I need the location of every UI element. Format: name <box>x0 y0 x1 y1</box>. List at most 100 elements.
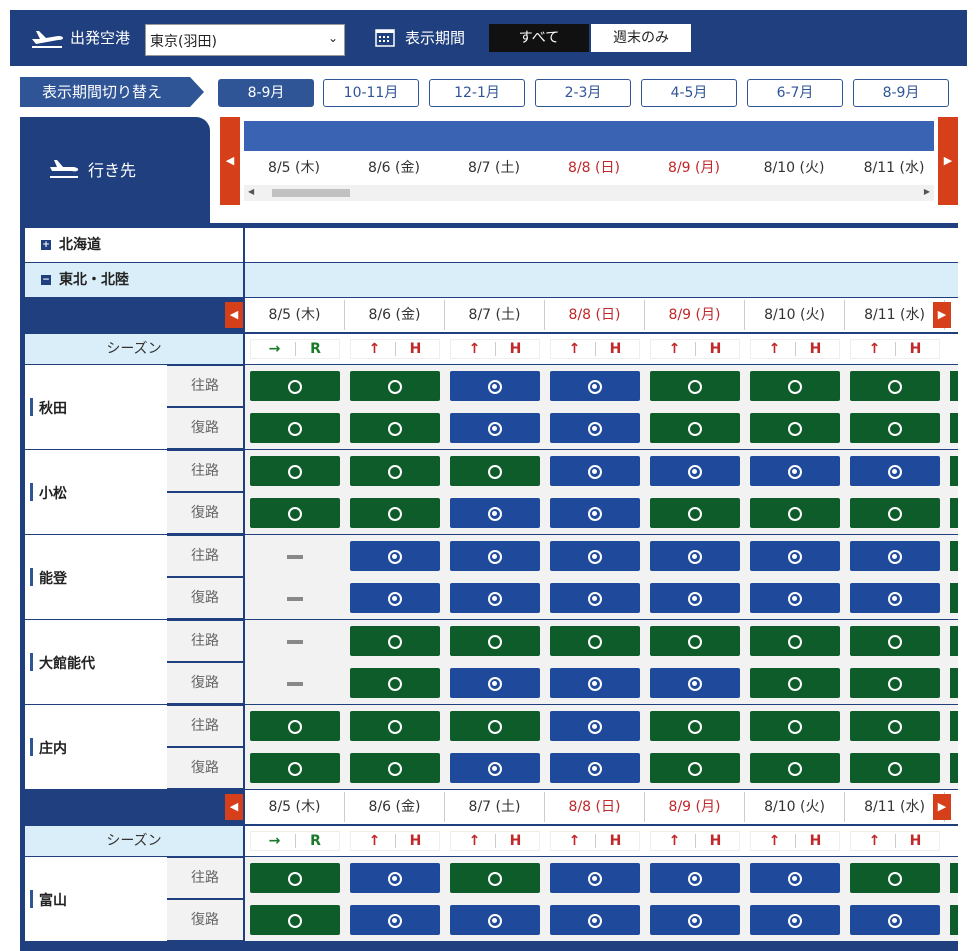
availability-cell[interactable] <box>650 371 740 401</box>
availability-cell[interactable] <box>850 413 940 443</box>
availability-cell[interactable] <box>250 626 340 656</box>
availability-cell[interactable] <box>650 541 740 571</box>
availability-cell[interactable] <box>250 863 340 893</box>
period-weekend-button[interactable]: 週末のみ <box>591 24 691 52</box>
availability-cell[interactable] <box>750 541 840 571</box>
horizontal-scrollbar[interactable]: ◀ ▶ <box>244 185 934 201</box>
availability-cell[interactable] <box>650 668 740 698</box>
availability-cell[interactable] <box>650 905 740 935</box>
availability-cell[interactable] <box>850 583 940 613</box>
availability-cell[interactable] <box>450 711 540 741</box>
availability-cell[interactable] <box>550 668 640 698</box>
date-prev-button[interactable]: ◀ <box>225 794 243 820</box>
availability-cell[interactable] <box>550 371 640 401</box>
availability-cell[interactable] <box>550 753 640 783</box>
availability-cell[interactable] <box>750 668 840 698</box>
availability-cell[interactable] <box>350 583 440 613</box>
availability-cell[interactable] <box>750 753 840 783</box>
availability-cell[interactable] <box>850 753 940 783</box>
availability-cell[interactable] <box>650 456 740 486</box>
availability-cell[interactable] <box>450 456 540 486</box>
availability-cell[interactable] <box>850 541 940 571</box>
availability-cell[interactable] <box>250 668 340 698</box>
availability-cell[interactable] <box>650 413 740 443</box>
scroll-right-icon[interactable]: ▶ <box>924 187 930 196</box>
period-tab[interactable]: 8-9月 <box>218 79 314 107</box>
availability-cell[interactable] <box>450 753 540 783</box>
availability-cell[interactable] <box>350 371 440 401</box>
scroll-thumb[interactable] <box>272 189 350 197</box>
availability-cell[interactable] <box>550 413 640 443</box>
period-tab[interactable]: 12-1月 <box>429 79 525 107</box>
availability-cell[interactable] <box>350 753 440 783</box>
availability-cell[interactable] <box>750 711 840 741</box>
availability-cell[interactable] <box>750 583 840 613</box>
availability-cell[interactable] <box>350 626 440 656</box>
availability-cell[interactable] <box>550 626 640 656</box>
period-tab[interactable]: 2-3月 <box>535 79 631 107</box>
availability-cell[interactable] <box>450 905 540 935</box>
availability-cell[interactable] <box>850 668 940 698</box>
availability-cell[interactable] <box>650 498 740 528</box>
availability-cell[interactable] <box>250 413 340 443</box>
calendar-next-button[interactable]: ▶ <box>938 117 958 205</box>
availability-cell[interactable] <box>350 711 440 741</box>
availability-cell[interactable] <box>650 711 740 741</box>
period-tab[interactable]: 8-9月 <box>853 79 949 107</box>
scroll-left-icon[interactable]: ◀ <box>248 187 254 196</box>
availability-cell[interactable] <box>250 541 340 571</box>
availability-cell[interactable] <box>350 541 440 571</box>
availability-cell[interactable] <box>850 711 940 741</box>
availability-cell[interactable] <box>450 626 540 656</box>
region-row[interactable]: − 東北・北陸 <box>25 263 243 297</box>
availability-cell[interactable] <box>450 668 540 698</box>
availability-cell[interactable] <box>250 711 340 741</box>
date-next-button[interactable]: ▶ <box>933 302 951 328</box>
availability-cell[interactable] <box>550 583 640 613</box>
availability-cell[interactable] <box>550 711 640 741</box>
availability-cell[interactable] <box>850 863 940 893</box>
availability-cell[interactable] <box>850 905 940 935</box>
availability-cell[interactable] <box>250 371 340 401</box>
availability-cell[interactable] <box>550 456 640 486</box>
availability-cell[interactable] <box>350 498 440 528</box>
availability-cell[interactable] <box>550 905 640 935</box>
availability-cell[interactable] <box>850 498 940 528</box>
availability-cell[interactable] <box>750 456 840 486</box>
period-all-button[interactable]: すべて <box>489 24 589 52</box>
region-row[interactable]: + 北海道 <box>25 228 243 262</box>
period-tab[interactable]: 6-7月 <box>747 79 843 107</box>
availability-cell[interactable] <box>750 863 840 893</box>
availability-cell[interactable] <box>750 626 840 656</box>
origin-select[interactable]: 東京(羽田) ⌄ <box>145 24 345 56</box>
availability-cell[interactable] <box>350 413 440 443</box>
availability-cell[interactable] <box>350 668 440 698</box>
availability-cell[interactable] <box>550 863 640 893</box>
availability-cell[interactable] <box>250 905 340 935</box>
period-tab[interactable]: 4-5月 <box>641 79 737 107</box>
availability-cell[interactable] <box>650 626 740 656</box>
availability-cell[interactable] <box>550 541 640 571</box>
availability-cell[interactable] <box>450 498 540 528</box>
availability-cell[interactable] <box>250 583 340 613</box>
availability-cell[interactable] <box>250 498 340 528</box>
period-tab[interactable]: 10-11月 <box>323 79 419 107</box>
availability-cell[interactable] <box>550 498 640 528</box>
availability-cell[interactable] <box>250 753 340 783</box>
availability-cell[interactable] <box>350 456 440 486</box>
calendar-prev-button[interactable]: ◀ <box>220 117 240 205</box>
availability-cell[interactable] <box>250 456 340 486</box>
availability-cell[interactable] <box>450 413 540 443</box>
availability-cell[interactable] <box>850 626 940 656</box>
availability-cell[interactable] <box>350 863 440 893</box>
date-next-button[interactable]: ▶ <box>933 794 951 820</box>
availability-cell[interactable] <box>650 583 740 613</box>
availability-cell[interactable] <box>750 413 840 443</box>
availability-cell[interactable] <box>850 456 940 486</box>
availability-cell[interactable] <box>450 583 540 613</box>
availability-cell[interactable] <box>650 753 740 783</box>
availability-cell[interactable] <box>650 863 740 893</box>
availability-cell[interactable] <box>350 905 440 935</box>
availability-cell[interactable] <box>450 541 540 571</box>
availability-cell[interactable] <box>850 371 940 401</box>
